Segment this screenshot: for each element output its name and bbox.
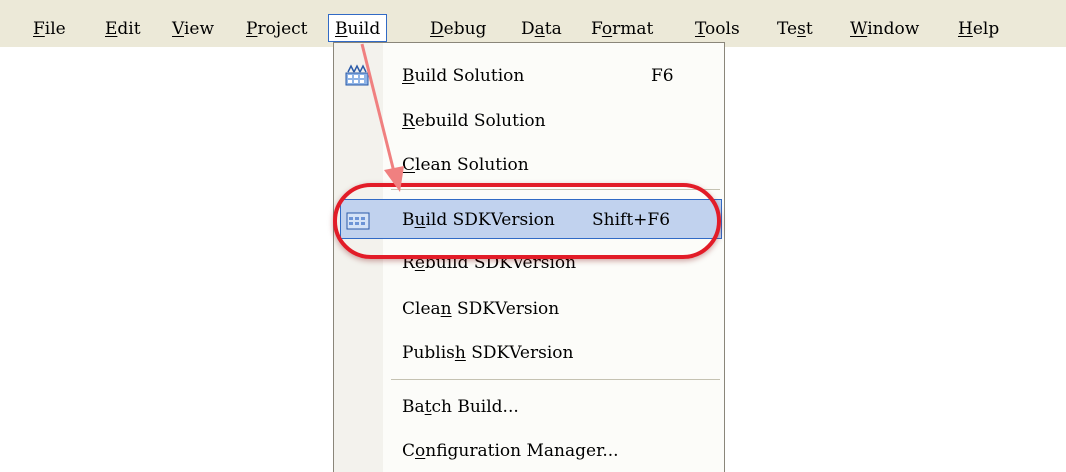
menu-item-clean-sdkversion[interactable]: Clean SDKVersion [334, 289, 724, 329]
menu-help[interactable]: Help [958, 17, 999, 41]
menu-debug[interactable]: Debug [430, 17, 486, 41]
menu-file[interactable]: File [33, 17, 66, 41]
menu-item-label: Publish SDKVersion [402, 343, 574, 363]
menu-item-label: Batch Build... [402, 397, 519, 417]
menu-tools[interactable]: Tools [695, 17, 740, 41]
menu-item-publish-sdkversion[interactable]: Publish SDKVersion [334, 333, 724, 373]
menu-bar: File Edit View Project Build Debug Data … [0, 0, 1066, 47]
menu-test[interactable]: Test [777, 17, 813, 41]
menu-item-batch-build[interactable]: Batch Build... [334, 387, 724, 427]
annotation-arrow [360, 43, 404, 192]
menu-format[interactable]: Format [591, 17, 653, 41]
menu-item-label: Clean SDKVersion [402, 299, 560, 319]
menu-separator [391, 379, 720, 380]
menu-window[interactable]: Window [850, 17, 919, 41]
menu-build[interactable]: Build [328, 14, 388, 42]
menu-view[interactable]: View [172, 17, 214, 41]
menu-data[interactable]: Data [521, 17, 562, 41]
menu-edit[interactable]: Edit [105, 17, 141, 41]
menu-item-configuration-manager[interactable]: Configuration Manager... [334, 431, 724, 471]
menu-item-label: Configuration Manager... [402, 441, 619, 461]
menu-project[interactable]: Project [246, 17, 308, 41]
shortcut-label: F6 [651, 66, 674, 86]
